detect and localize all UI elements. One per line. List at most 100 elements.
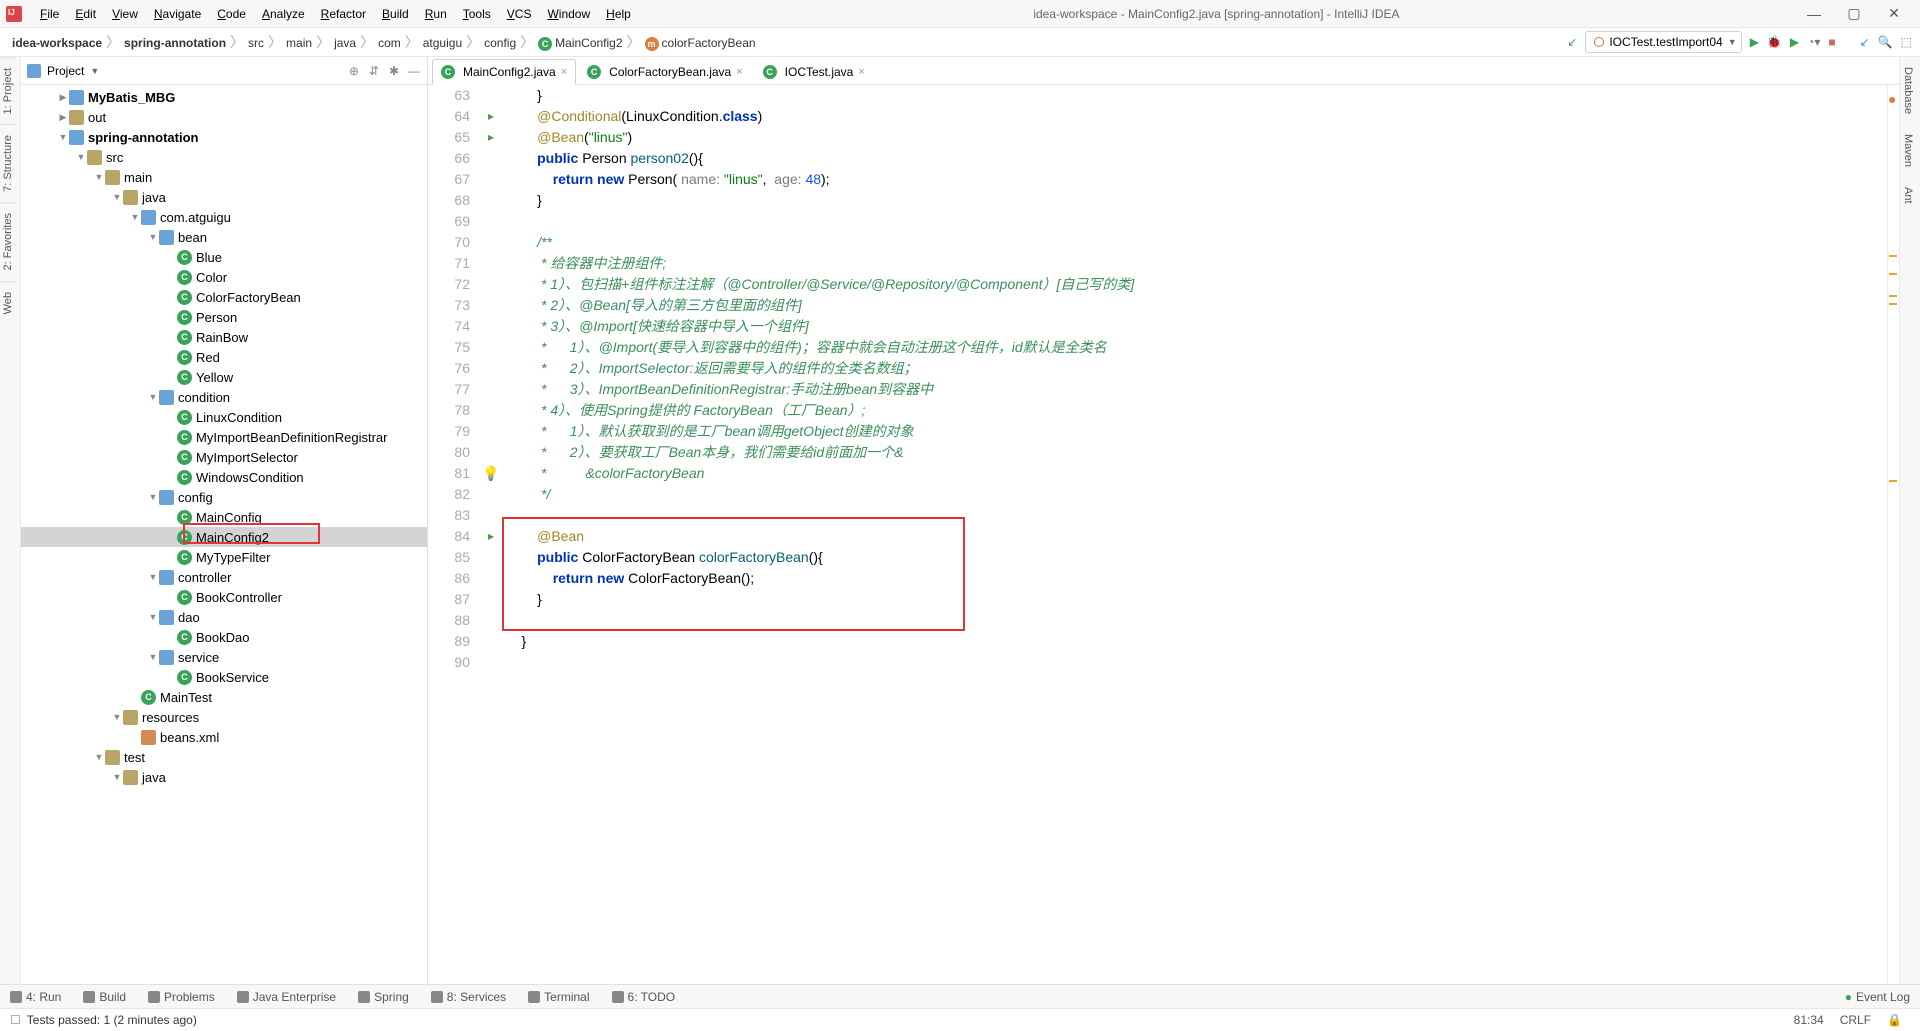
- menu-tools[interactable]: Tools: [455, 4, 499, 24]
- breadcrumb-item[interactable]: src: [244, 34, 268, 52]
- bottom-tool-run[interactable]: 4: Run: [10, 990, 61, 1004]
- code-line[interactable]: }: [506, 190, 1887, 211]
- stop-button[interactable]: ■: [1828, 35, 1835, 49]
- code-line[interactable]: * 1）、@Import(要导入到容器中的组件)；容器中就会自动注册这个组件，i…: [506, 337, 1887, 358]
- close-tab-icon[interactable]: ×: [736, 66, 742, 78]
- tree-item[interactable]: ▼controller: [21, 567, 427, 587]
- tree-item[interactable]: ▼service: [21, 647, 427, 667]
- tree-twisty-icon[interactable]: ▼: [147, 572, 159, 582]
- line-number[interactable]: 85: [428, 547, 470, 568]
- code-line[interactable]: */: [506, 484, 1887, 505]
- tool-tab-database[interactable]: Database: [1900, 57, 1916, 124]
- line-number[interactable]: 72: [428, 274, 470, 295]
- code-line[interactable]: /**: [506, 232, 1887, 253]
- debug-button[interactable]: 🐞: [1767, 35, 1782, 49]
- tool-tab-favorites[interactable]: 2: Favorites: [0, 202, 16, 280]
- run-config-select[interactable]: IOCTest.testImport04 ▼: [1585, 31, 1741, 53]
- tree-item[interactable]: CWindowsCondition: [21, 467, 427, 487]
- tree-item[interactable]: ▼test: [21, 747, 427, 767]
- close-button[interactable]: ✕: [1874, 5, 1914, 22]
- breadcrumb-item[interactable]: mcolorFactoryBean: [641, 34, 760, 52]
- vcs-update-icon[interactable]: ↙: [1860, 35, 1870, 49]
- menu-edit[interactable]: Edit: [67, 4, 104, 24]
- hide-icon[interactable]: —: [407, 64, 421, 78]
- menu-code[interactable]: Code: [209, 4, 254, 24]
- tool-tab-project[interactable]: 1: Project: [0, 57, 16, 124]
- tree-item[interactable]: beans.xml: [21, 727, 427, 747]
- line-number[interactable]: 87: [428, 589, 470, 610]
- maximize-button[interactable]: ▢: [1834, 5, 1874, 22]
- tree-twisty-icon[interactable]: ▼: [93, 172, 105, 182]
- error-stripe[interactable]: ●: [1887, 85, 1899, 984]
- line-number[interactable]: 77: [428, 379, 470, 400]
- tree-item[interactable]: CBookService: [21, 667, 427, 687]
- code-line[interactable]: * 1）、默认获取到的是工厂bean调用getObject创建的对象: [506, 421, 1887, 442]
- menu-navigate[interactable]: Navigate: [146, 4, 209, 24]
- tree-twisty-icon[interactable]: ▼: [147, 652, 159, 662]
- tree-item[interactable]: ▼dao: [21, 607, 427, 627]
- line-number[interactable]: 66: [428, 148, 470, 169]
- code-line[interactable]: * 3）、@Import[快速给容器中导入一个组件]: [506, 316, 1887, 337]
- line-number[interactable]: 74: [428, 316, 470, 337]
- breadcrumb-item[interactable]: CMainConfig2: [534, 34, 626, 52]
- line-number[interactable]: 75: [428, 337, 470, 358]
- code-line[interactable]: * 1）、包扫描+组件标注注解（@Controller/@Service/@Re…: [506, 274, 1887, 295]
- code-line[interactable]: * 2）、ImportSelector:返回需要导入的组件的全类名数组；: [506, 358, 1887, 379]
- bottom-tool-build[interactable]: Build: [83, 990, 126, 1004]
- search-everywhere-icon[interactable]: 🔍: [1878, 35, 1893, 49]
- build-icon[interactable]: ↙: [1567, 35, 1577, 49]
- code-line[interactable]: }: [506, 589, 1887, 610]
- line-number[interactable]: 76: [428, 358, 470, 379]
- tool-tab-web[interactable]: Web: [0, 281, 16, 324]
- line-number[interactable]: 68: [428, 190, 470, 211]
- tree-item[interactable]: CMyImportSelector: [21, 447, 427, 467]
- line-separator[interactable]: CRLF: [1832, 1013, 1879, 1027]
- tree-twisty-icon[interactable]: ▼: [111, 192, 123, 202]
- line-number[interactable]: 67: [428, 169, 470, 190]
- line-number[interactable]: 83: [428, 505, 470, 526]
- tree-item[interactable]: CColorFactoryBean: [21, 287, 427, 307]
- tree-item[interactable]: CYellow: [21, 367, 427, 387]
- line-number[interactable]: 80: [428, 442, 470, 463]
- tree-item[interactable]: ▼condition: [21, 387, 427, 407]
- bottom-tool-javaenterprise[interactable]: Java Enterprise: [237, 990, 336, 1004]
- bottom-tool-services[interactable]: 8: Services: [431, 990, 506, 1004]
- breadcrumb-item[interactable]: idea-workspace: [8, 34, 106, 52]
- breadcrumb-item[interactable]: main: [282, 34, 316, 52]
- line-number[interactable]: 88: [428, 610, 470, 631]
- tree-item[interactable]: CBookDao: [21, 627, 427, 647]
- bottom-tool-todo[interactable]: 6: TODO: [612, 990, 676, 1004]
- menu-view[interactable]: View: [104, 4, 146, 24]
- code-line[interactable]: [506, 610, 1887, 631]
- code-line[interactable]: public ColorFactoryBean colorFactoryBean…: [506, 547, 1887, 568]
- breadcrumb-item[interactable]: java: [330, 34, 360, 52]
- tree-twisty-icon[interactable]: ▼: [75, 152, 87, 162]
- editor-tab[interactable]: CMainConfig2.java×: [432, 59, 576, 85]
- close-tab-icon[interactable]: ×: [561, 66, 567, 78]
- tree-item[interactable]: ▶MyBatis_MBG: [21, 87, 427, 107]
- tree-twisty-icon[interactable]: ▼: [147, 392, 159, 402]
- settings-icon[interactable]: ⬚: [1901, 35, 1912, 49]
- tree-item[interactable]: ▼config: [21, 487, 427, 507]
- menu-window[interactable]: Window: [539, 4, 598, 24]
- tree-item[interactable]: CMainTest: [21, 687, 427, 707]
- tree-twisty-icon[interactable]: ▼: [129, 212, 141, 222]
- tree-item[interactable]: CColor: [21, 267, 427, 287]
- tree-item[interactable]: CPerson: [21, 307, 427, 327]
- line-number[interactable]: 79: [428, 421, 470, 442]
- project-tree[interactable]: ▶MyBatis_MBG▶out▼spring-annotation▼src▼m…: [21, 85, 427, 984]
- tree-twisty-icon[interactable]: ▼: [147, 232, 159, 242]
- bottom-tool-spring[interactable]: Spring: [358, 990, 409, 1004]
- code-line[interactable]: }: [506, 631, 1887, 652]
- line-number[interactable]: 71: [428, 253, 470, 274]
- tool-tab-maven[interactable]: Maven: [1900, 124, 1916, 177]
- tree-item[interactable]: CMyImportBeanDefinitionRegistrar: [21, 427, 427, 447]
- coverage-button[interactable]: ▶: [1790, 35, 1799, 49]
- status-icon[interactable]: ☐: [10, 1013, 21, 1027]
- menu-file[interactable]: File: [32, 4, 67, 24]
- locate-target-icon[interactable]: ⊕: [347, 64, 361, 78]
- tree-item[interactable]: ▼com.atguigu: [21, 207, 427, 227]
- breadcrumb-item[interactable]: com: [374, 34, 405, 52]
- code-line[interactable]: public Person person02(){: [506, 148, 1887, 169]
- line-number[interactable]: 81: [428, 463, 470, 484]
